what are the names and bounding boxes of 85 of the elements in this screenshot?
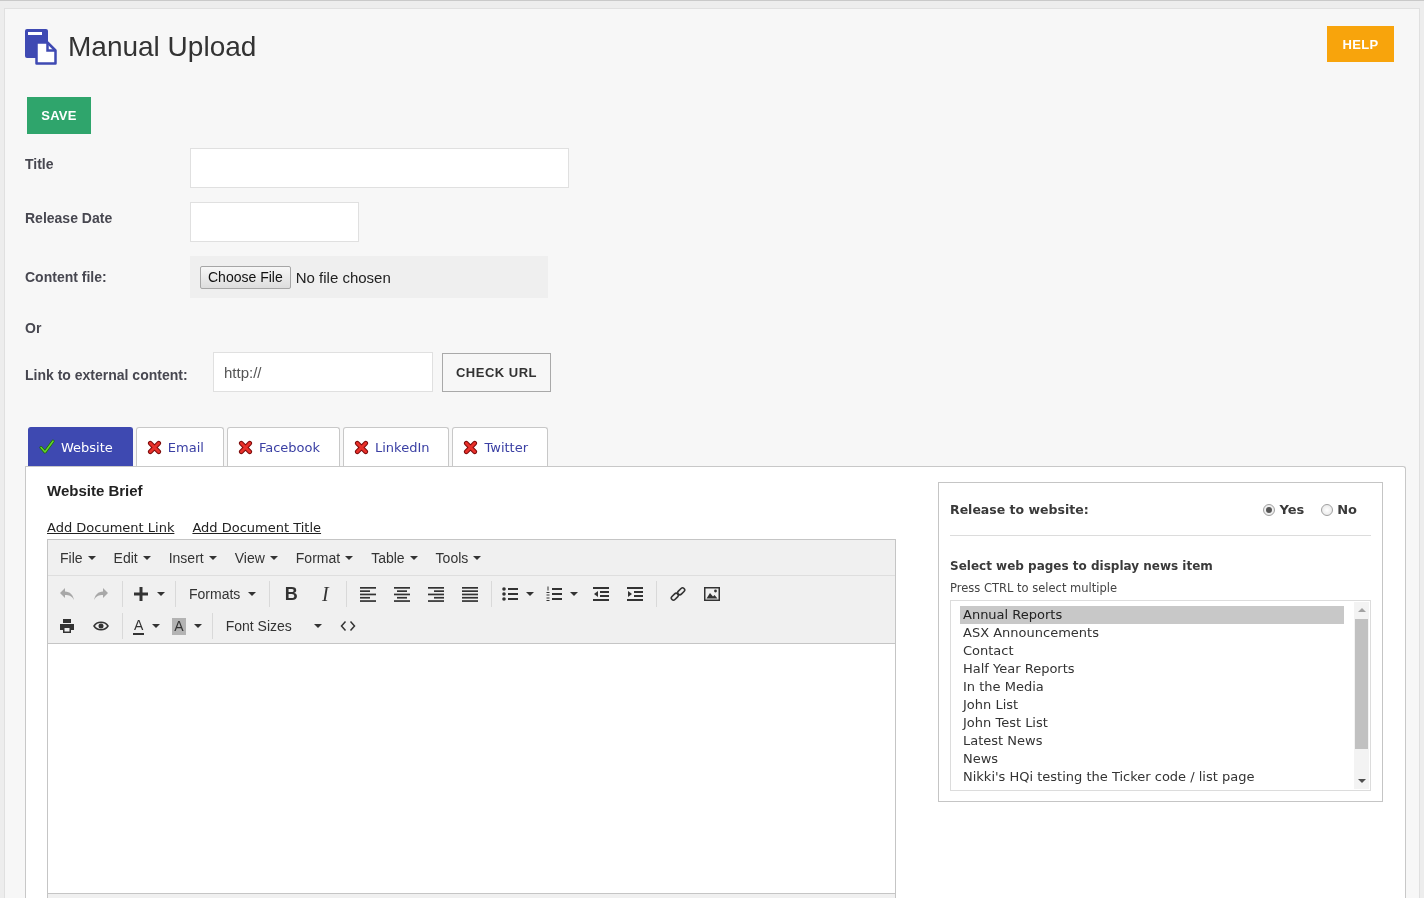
hint-text: Press CTRL to select multiple (950, 581, 1117, 596)
text-link[interactable]: Add Document Link (47, 519, 175, 537)
menu-item[interactable]: Table (362, 540, 427, 575)
page-list[interactable]: Annual Reports ASX Announcements Contact Half Year Reports In the Media John List John Test List Latest News News Nikki's HQi testing the Ticker code / list page (950, 600, 1371, 791)
menu-item[interactable]: Edit (104, 540, 160, 575)
text-link[interactable]: Add Document Title (192, 519, 322, 537)
menu-item[interactable]: Insert (159, 540, 226, 575)
align-center-icon (394, 586, 411, 602)
caret-icon (313, 624, 322, 628)
image-icon (704, 586, 721, 602)
list-option[interactable]: In the Media (960, 678, 1344, 696)
menu-item[interactable]: Tools (426, 540, 491, 575)
tab[interactable]: Email (135, 427, 224, 466)
tab[interactable]: Facebook (226, 427, 340, 466)
chain-link-icon (670, 586, 687, 602)
tab[interactable]: Website (28, 427, 133, 466)
field-label: Release to website: (950, 502, 1089, 517)
field-label: Link to external content: (25, 367, 188, 384)
redo-icon (93, 586, 109, 602)
outdent-icon (593, 586, 610, 602)
section-title: Select web pages to display news item (950, 558, 1213, 574)
align-right-icon (428, 586, 445, 602)
caret-icon (345, 555, 354, 560)
file-upload-field[interactable]: Choose File No file chosen (190, 256, 548, 298)
menu-item[interactable]: File (51, 540, 105, 575)
list-option[interactable]: Annual Reports (960, 606, 1344, 624)
menu-item[interactable]: Format (286, 540, 363, 575)
document-icon (25, 29, 57, 65)
section-title: Website Brief (47, 482, 143, 500)
field-label: Content file: (25, 269, 107, 286)
url-field[interactable]: http:// (213, 352, 433, 392)
formats-button[interactable]: Formats (180, 579, 266, 609)
caret-icon (473, 555, 482, 560)
caret-icon (269, 555, 278, 560)
caret-icon (208, 555, 217, 560)
caret-icon (193, 624, 202, 628)
list-option[interactable]: Half Year Reports (960, 660, 1344, 678)
tab[interactable]: LinkedIn (343, 427, 450, 466)
caret-icon (87, 555, 96, 560)
printer-icon (59, 618, 75, 634)
radio-button[interactable] (1321, 503, 1334, 516)
field-label: Release Date (25, 210, 113, 227)
radio-label: No (1337, 502, 1357, 517)
scrollbar[interactable] (1354, 602, 1369, 789)
menu-item[interactable]: View (225, 540, 287, 575)
list-option[interactable]: News (960, 750, 1344, 768)
down-arrow-icon (1357, 779, 1366, 783)
page-title: Manual Upload (68, 30, 257, 64)
italic-button[interactable]: I (308, 579, 343, 609)
caret-icon (526, 592, 535, 596)
indent-icon (627, 586, 644, 602)
title-field[interactable] (190, 148, 569, 188)
up-arrow-icon (1357, 608, 1366, 612)
choose-file-button[interactable]: Choose File (200, 265, 291, 289)
highlight-color-button[interactable]: A (166, 611, 208, 641)
caret-icon (570, 592, 579, 596)
field-label: Title (25, 156, 54, 173)
check-url-button[interactable]: CHECK URL (442, 352, 551, 392)
field-label: Or (25, 320, 42, 337)
caret-icon (409, 555, 418, 560)
text-color-button[interactable]: A (127, 611, 167, 641)
list-option[interactable]: ASX Announcements (960, 624, 1344, 642)
caret-icon (248, 592, 257, 596)
tab[interactable]: Twitter (452, 427, 549, 466)
caret-icon (157, 592, 165, 596)
scrollbar-thumb[interactable] (1355, 619, 1368, 749)
list-option[interactable]: John List (960, 696, 1344, 714)
list-option[interactable]: Latest News (960, 732, 1344, 750)
caret-icon (142, 555, 151, 560)
list-option[interactable]: Nikki's HQi testing the Ticker code / list page (960, 768, 1344, 786)
radio-button[interactable] (1263, 503, 1276, 516)
font-sizes-button[interactable]: Font Sizes (216, 611, 331, 641)
plus-icon (133, 586, 149, 602)
radio-label: Yes (1279, 502, 1305, 517)
file-status: No file chosen (295, 268, 391, 286)
list-option[interactable]: John Test List (960, 714, 1344, 732)
align-left-icon (360, 586, 377, 602)
date-field[interactable] (190, 202, 359, 242)
justify-icon (462, 586, 479, 602)
numbered-list-icon (546, 586, 563, 602)
caret-icon (152, 624, 161, 628)
list-option[interactable]: Contact (960, 642, 1344, 660)
bold-button[interactable]: B (274, 579, 309, 609)
code-icon (339, 618, 356, 634)
bullet-list-icon (502, 586, 519, 602)
